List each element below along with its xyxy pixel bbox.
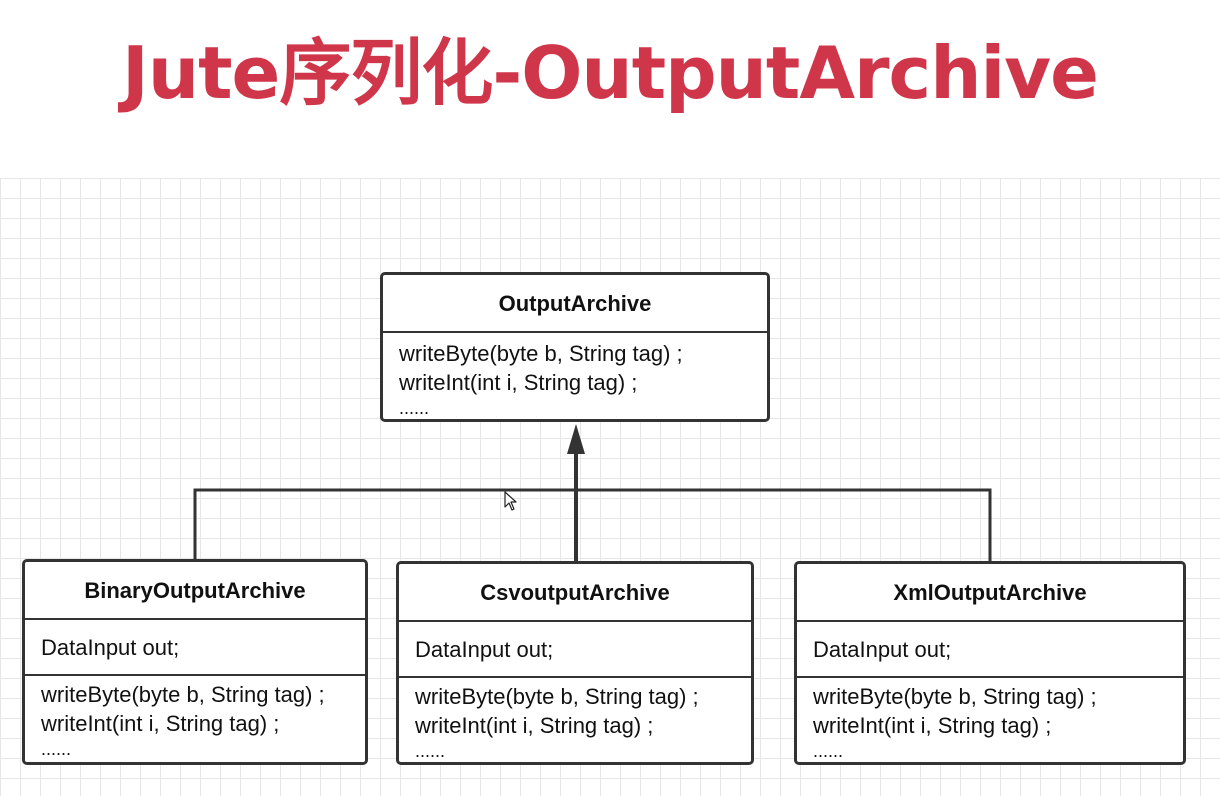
page-title: Jute序列化-OutputArchive — [122, 31, 1099, 115]
class-fields: DataInput out; — [25, 620, 365, 676]
method: writeInt(int i, String tag) ; — [41, 711, 280, 736]
method: writeByte(byte b, String tag) ; — [415, 684, 699, 709]
class-methods: writeByte(byte b, String tag) ; writeInt… — [383, 333, 767, 419]
class-xml-output-archive[interactable]: XmlOutputArchive DataInput out; writeByt… — [794, 561, 1186, 765]
method-ellipsis: ...... — [813, 741, 844, 761]
class-name: CsvoutputArchive — [399, 564, 751, 622]
class-methods: writeByte(byte b, String tag) ; writeInt… — [399, 678, 751, 762]
slide: Jute序列化-OutputArchive OutputArchive writ… — [0, 0, 1220, 796]
method-ellipsis: ...... — [415, 741, 446, 761]
method: writeInt(int i, String tag) ; — [813, 713, 1052, 738]
field: DataInput out; — [813, 637, 952, 662]
mouse-pointer-icon — [504, 491, 517, 511]
class-methods: writeByte(byte b, String tag) ; writeInt… — [797, 678, 1183, 762]
method: writeByte(byte b, String tag) ; — [41, 682, 325, 707]
method-ellipsis: ...... — [41, 739, 72, 759]
field: DataInput out; — [415, 637, 554, 662]
class-name: XmlOutputArchive — [797, 564, 1183, 622]
class-csv-output-archive[interactable]: CsvoutputArchive DataInput out; writeByt… — [396, 561, 754, 765]
method: writeByte(byte b, String tag) ; — [399, 341, 683, 366]
class-binary-output-archive[interactable]: BinaryOutputArchive DataInput out; write… — [22, 559, 368, 765]
class-methods: writeByte(byte b, String tag) ; writeInt… — [25, 676, 365, 760]
class-fields: DataInput out; — [399, 622, 751, 678]
class-fields: DataInput out; — [797, 622, 1183, 678]
field: DataInput out; — [41, 635, 180, 660]
method-ellipsis: ...... — [399, 398, 430, 418]
method: writeByte(byte b, String tag) ; — [813, 684, 1097, 709]
class-name: BinaryOutputArchive — [25, 562, 365, 620]
method: writeInt(int i, String tag) ; — [415, 713, 654, 738]
class-output-archive[interactable]: OutputArchive writeByte(byte b, String t… — [380, 272, 770, 422]
class-name: OutputArchive — [383, 275, 767, 333]
method: writeInt(int i, String tag) ; — [399, 370, 638, 395]
